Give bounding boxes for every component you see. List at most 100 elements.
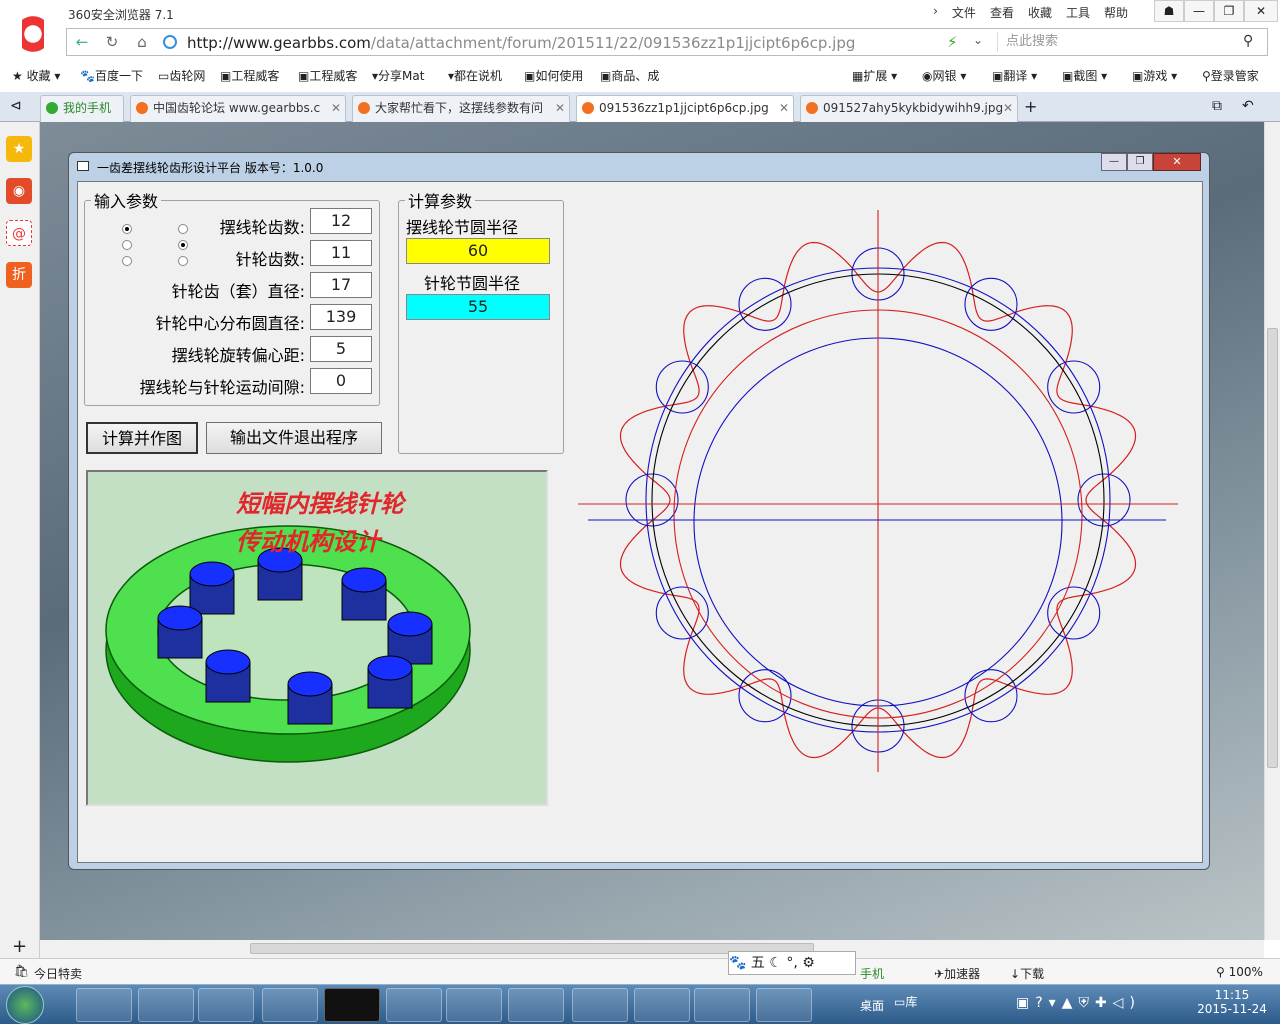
sidebar-toggle-icon[interactable]: ⊲ [10, 98, 22, 114]
new-tab-icon[interactable]: + [1024, 97, 1037, 116]
taskbar-360-browser[interactable] [694, 988, 750, 1022]
taskbar-cmd[interactable] [324, 988, 380, 1022]
toolbar-bank[interactable]: ◉网银 ▾ [922, 67, 966, 84]
tab-close-icon[interactable]: ✕ [331, 96, 341, 120]
bookmark-engineering-1[interactable]: ▣工程威客 [220, 67, 279, 84]
toolbar-screenshot[interactable]: ▣截图 ▾ [1062, 67, 1107, 84]
radio-option-2b[interactable] [178, 240, 188, 250]
refresh-icon[interactable]: ↻ [101, 32, 123, 52]
taskbar-app-2[interactable] [386, 988, 442, 1022]
vertical-scrollbar[interactable] [1264, 122, 1280, 940]
minimize-button[interactable]: — [1184, 0, 1214, 22]
export-exit-button[interactable]: 输出文件退出程序 [206, 422, 382, 454]
weibo-icon[interactable]: ◉ [6, 178, 32, 204]
bookmark-favorites[interactable]: ★ 收藏 ▾ [12, 67, 60, 84]
discount-icon[interactable]: 折 [6, 262, 32, 288]
bookmark-engineering-2[interactable]: ▣工程威客 [298, 67, 357, 84]
vertical-scroll-thumb[interactable] [1267, 328, 1278, 768]
toolbar-login-manager[interactable]: ⚲登录管家 [1202, 67, 1259, 84]
radio-option-1a[interactable] [122, 224, 132, 234]
tab-help-thread[interactable]: 大家帮忙看下，这摆线参数有问 ✕ [352, 95, 570, 122]
search-input[interactable]: 点此搜索 [997, 32, 1265, 52]
speed-icon[interactable]: ⚡ [947, 33, 958, 51]
menu-favorites[interactable]: 收藏 [1028, 4, 1052, 21]
tab-image-2[interactable]: 091527ahy5kykbidywihh9.jpg ✕ [800, 95, 1018, 122]
ime-mode[interactable]: 五 [751, 955, 765, 971]
tab-list-icon[interactable]: ⧉ [1212, 98, 1222, 114]
taskbar-app-1[interactable] [262, 988, 318, 1022]
taskbar-paint[interactable] [76, 988, 132, 1022]
radio-option-1b[interactable] [178, 224, 188, 234]
toolbar-games[interactable]: ▣游戏 ▾ [1132, 67, 1177, 84]
ime-moon-icon[interactable]: ☾ [769, 955, 782, 971]
mail-icon[interactable]: @ [6, 220, 32, 246]
taskbar-explorer[interactable] [198, 988, 254, 1022]
daily-deals-icon[interactable]: 🛍 [14, 964, 29, 978]
ime-paw-icon[interactable]: 🐾 [729, 955, 746, 971]
status-phone[interactable]: 手机 [860, 965, 884, 982]
undo-close-icon[interactable]: ↶ [1242, 98, 1254, 114]
toolbar-extensions[interactable]: ▦扩展 ▾ [852, 67, 897, 84]
start-button[interactable] [6, 986, 44, 1024]
status-download[interactable]: ↓下载 [1010, 965, 1044, 982]
app-minimize-button[interactable]: — [1101, 153, 1127, 171]
taskbar-word[interactable] [572, 988, 628, 1022]
search-icon[interactable]: ⚲ [1243, 33, 1253, 49]
tab-my-phone[interactable]: 我的手机 [40, 95, 124, 122]
radio-option-3a[interactable] [122, 256, 132, 266]
ime-punct-icon[interactable]: °, [786, 955, 797, 971]
pin-circle-diameter-input[interactable]: 139 [310, 304, 372, 330]
tab-active-image[interactable]: 091536zz1p1jjcipt6p6cp.jpg ✕ [576, 95, 794, 123]
app-maximize-button[interactable]: ❐ [1127, 153, 1153, 171]
radio-option-3b[interactable] [178, 256, 188, 266]
taskbar-window-2[interactable] [508, 988, 564, 1022]
system-tray-icons[interactable]: ▣?▾▲⛨✚◁) [1016, 995, 1141, 1011]
menu-file[interactable]: 文件 [952, 4, 976, 21]
clearance-input[interactable]: 0 [310, 368, 372, 394]
app-close-button[interactable]: ✕ [1153, 153, 1201, 171]
radio-option-2a[interactable] [122, 240, 132, 250]
dropdown-icon[interactable]: ⌄ [973, 33, 983, 47]
back-icon[interactable]: ← [71, 32, 93, 52]
clock[interactable]: 11:15 2015-11-24 [1196, 988, 1268, 1016]
close-button[interactable]: ✕ [1244, 0, 1278, 22]
horizontal-scrollbar[interactable] [40, 940, 1264, 958]
calculate-plot-button[interactable]: 计算并作图 [86, 422, 198, 454]
bookmark-baidu[interactable]: 🐾百度一下 [80, 67, 143, 84]
tab-close-icon[interactable]: ✕ [555, 96, 565, 120]
menu-tools[interactable]: 工具 [1066, 4, 1090, 21]
bookmark-gear-net[interactable]: ▭齿轮网 [158, 67, 205, 84]
ime-settings-icon[interactable]: ⚙ [802, 955, 815, 971]
desktop-toolbar[interactable]: 桌面 [860, 997, 884, 1014]
taskbar-calculator[interactable] [138, 988, 194, 1022]
bookmark-goods[interactable]: ▣商品、成 [600, 67, 659, 84]
star-icon[interactable]: ★ [6, 136, 32, 162]
pin-diameter-input[interactable]: 17 [310, 272, 372, 298]
address-input[interactable]: http://www.gearbbs.com/data/attachment/f… [187, 34, 855, 52]
bookmark-share-mat[interactable]: ▾分享Mat [372, 67, 424, 84]
taskbar-window-1[interactable] [446, 988, 502, 1022]
library-toolbar[interactable]: ▭库 [894, 993, 917, 1010]
ime-toolbar[interactable]: 🐾 五 ☾ °, ⚙ [728, 951, 856, 975]
pin-teeth-input[interactable]: 11 [310, 240, 372, 266]
tab-close-icon[interactable]: ✕ [1003, 96, 1013, 120]
skin-button[interactable]: ☗ [1154, 0, 1184, 22]
menu-chevron-icon[interactable]: › [933, 4, 938, 21]
menu-view[interactable]: 查看 [990, 4, 1014, 21]
maximize-button[interactable]: ❐ [1214, 0, 1244, 22]
bookmark-howto[interactable]: ▣如何使用 [524, 67, 583, 84]
tab-close-icon[interactable]: ✕ [779, 96, 789, 120]
status-accelerator[interactable]: ✈加速器 [934, 965, 980, 982]
cycloid-teeth-input[interactable]: 12 [310, 208, 372, 234]
eccentricity-input[interactable]: 5 [310, 336, 372, 362]
daily-deals-link[interactable]: 今日特卖 [34, 965, 82, 982]
taskbar-app-3[interactable] [634, 988, 690, 1022]
tab-gear-forum[interactable]: 中国齿轮论坛 www.gearbbs.c ✕ [130, 95, 346, 122]
menu-help[interactable]: 帮助 [1104, 4, 1128, 21]
home-icon[interactable]: ⌂ [131, 32, 153, 52]
toolbar-translate[interactable]: ▣翻译 ▾ [992, 67, 1037, 84]
add-icon[interactable]: + [12, 936, 27, 957]
taskbar-window-3[interactable] [756, 988, 812, 1022]
bookmark-talk[interactable]: ▾都在说机 [448, 67, 502, 84]
zoom-level[interactable]: ⚲ 100% [1216, 965, 1263, 979]
